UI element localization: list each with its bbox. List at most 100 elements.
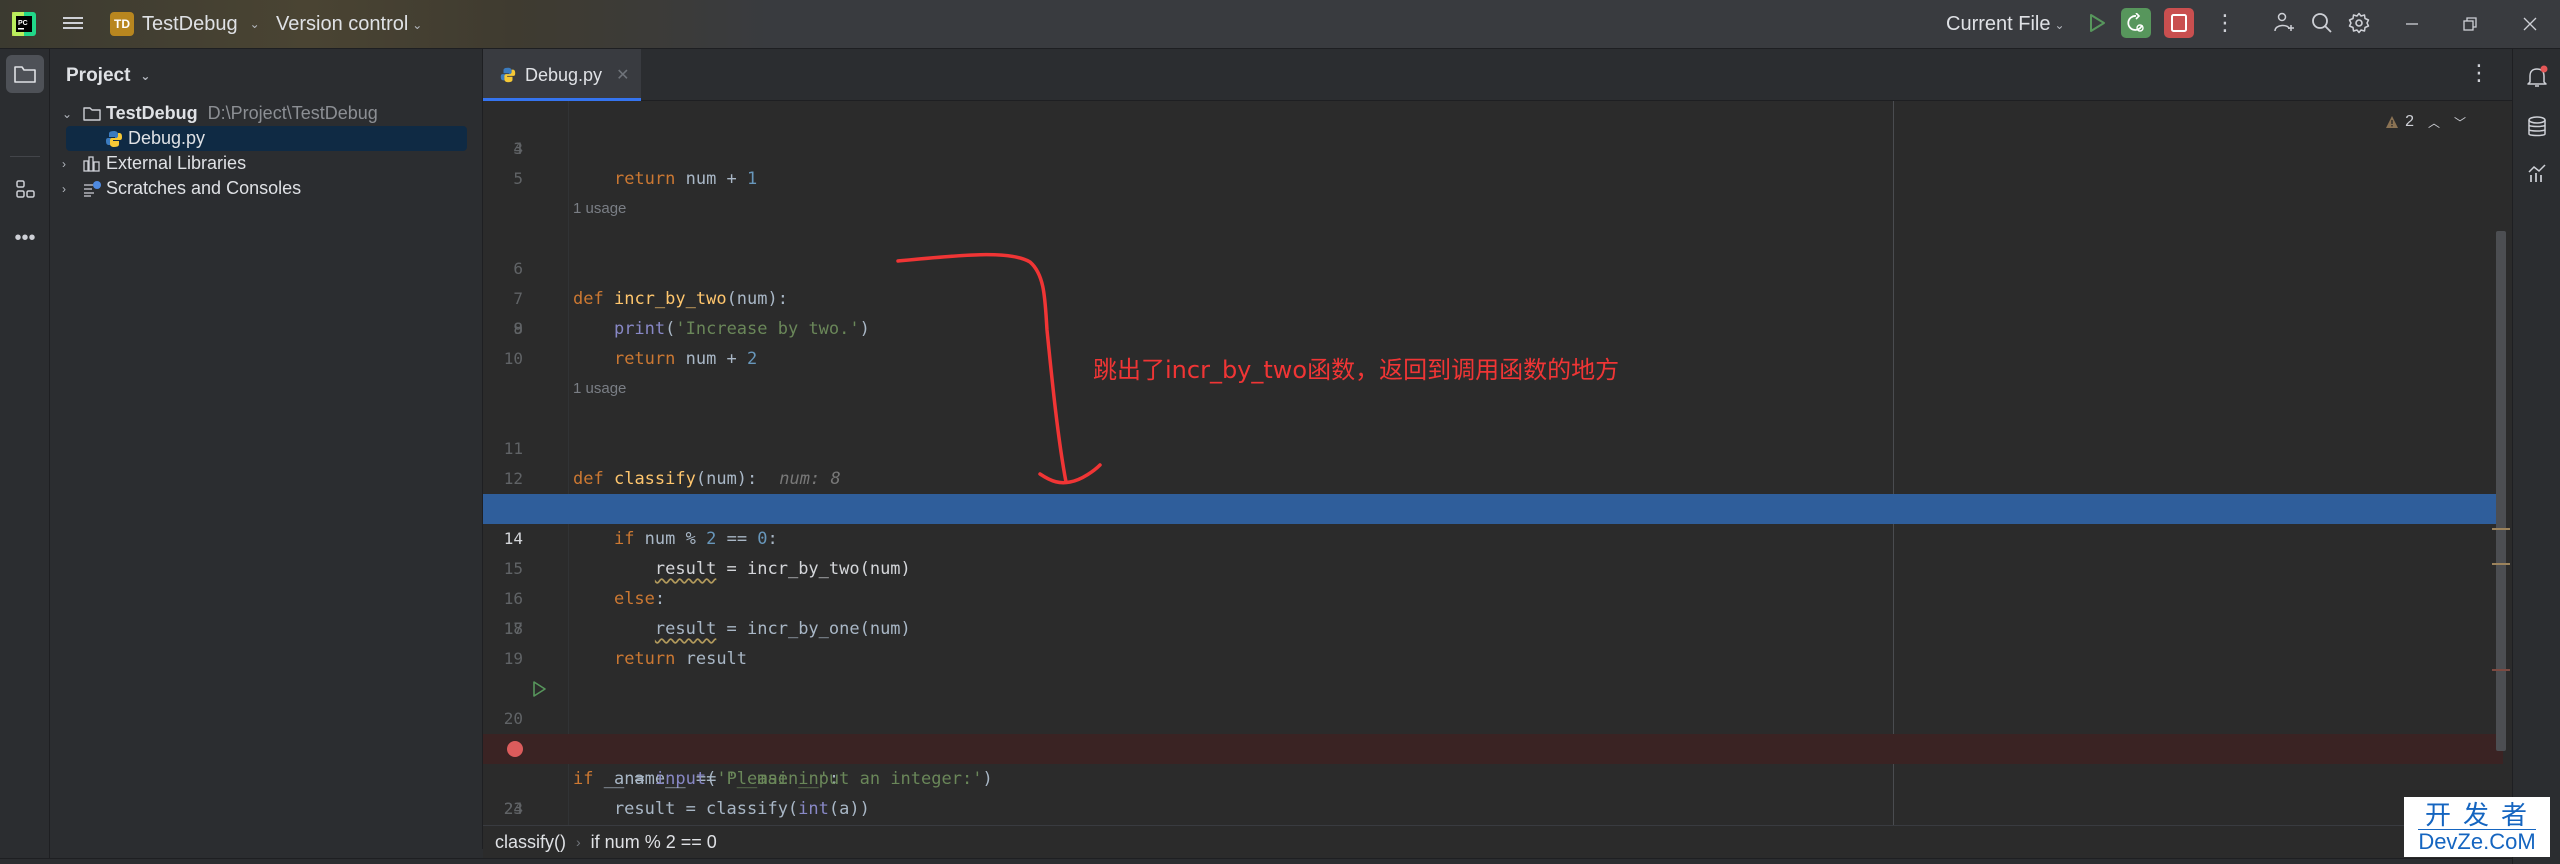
tree-label: TestDebug D:\Project\TestDebug xyxy=(106,103,378,124)
tree-label: Scratches and Consoles xyxy=(106,178,302,198)
line-number: 5 xyxy=(513,169,523,188)
code-line: 11 def classify(num): num: 8 xyxy=(483,404,2503,489)
selection-highlight xyxy=(66,126,467,151)
run-button[interactable] xyxy=(2082,8,2112,38)
python-file-icon xyxy=(106,130,122,147)
tree-item-scratches[interactable]: › Scratches and Consoles xyxy=(50,176,483,201)
watermark: 开发者 DevZe.CoM xyxy=(2404,797,2550,857)
restore-button[interactable] xyxy=(2456,10,2484,38)
add-user-button[interactable] xyxy=(2269,8,2299,38)
sciview-button[interactable] xyxy=(2523,159,2551,187)
project-switcher[interactable]: TD TestDebug ⌄ xyxy=(110,12,260,36)
left-tool-strip: ••• xyxy=(0,49,50,864)
folder-name: TestDebug xyxy=(106,103,198,123)
expand-arrow-icon[interactable]: ⌄ xyxy=(62,107,72,121)
code-line: 19 xyxy=(483,644,2503,674)
tree-item-debug-py[interactable]: Debug.py xyxy=(50,126,483,151)
code-line: 15 else: xyxy=(483,524,2503,609)
line-number: 18 xyxy=(503,619,523,638)
stop-icon xyxy=(2171,14,2187,32)
tree-label: External Libraries xyxy=(106,153,247,173)
more-tools-button[interactable]: ••• xyxy=(6,219,44,257)
usage-hint[interactable]: 1 usage xyxy=(573,374,626,404)
svg-text:PC: PC xyxy=(18,20,28,27)
structure-icon xyxy=(16,180,35,198)
status-bar xyxy=(0,858,2560,864)
close-icon xyxy=(2523,17,2537,31)
minimize-button[interactable] xyxy=(2398,10,2426,38)
run-config-dropdown[interactable]: Current File ⌄ xyxy=(1946,13,2065,36)
chevron-down-icon: ⌄ xyxy=(140,69,151,83)
folder-icon xyxy=(14,66,36,83)
code-line: 18 xyxy=(483,614,2503,644)
close-tab-icon[interactable]: ✕ xyxy=(616,65,629,85)
tab-debug-py[interactable]: Debug.py ✕ xyxy=(483,49,641,101)
settings-button[interactable] xyxy=(2344,8,2374,38)
inspection-widget[interactable]: 2 ︿ ﹀ xyxy=(2385,113,2466,131)
folder-path: D:\Project\TestDebug xyxy=(207,103,378,123)
close-window-button[interactable] xyxy=(2516,10,2544,38)
expand-arrow-icon[interactable]: › xyxy=(62,182,66,196)
run-gutter-icon[interactable] xyxy=(531,681,547,697)
stop-button[interactable] xyxy=(2164,8,2194,38)
folder-icon xyxy=(83,106,101,121)
main-menu-button[interactable] xyxy=(63,14,83,34)
chevron-down-icon: ⌄ xyxy=(249,17,260,31)
watermark-bottom: DevZe.CoM xyxy=(2418,828,2536,854)
line-number: 4 xyxy=(513,139,523,158)
chart-icon xyxy=(2528,164,2546,182)
code-line: 20 if __name__ == '__main__': xyxy=(483,674,2503,789)
kebab-menu-icon: ⋮ xyxy=(2214,10,2236,35)
divider xyxy=(10,156,40,157)
pycharm-logo-icon: PC xyxy=(12,12,36,36)
annotation-text: 跳出了incr_by_two函数，返回到调用函数的地方 xyxy=(1093,356,1620,384)
code-line: 13 if num % 2 == 0: xyxy=(483,464,2503,549)
minimize-icon xyxy=(2406,23,2418,25)
code-editor[interactable]: 3 return num + 1 4 5 1 usage 6 def incr_… xyxy=(483,101,2512,856)
notifications-button[interactable] xyxy=(2523,63,2551,91)
code-line: 5 xyxy=(483,164,2503,194)
play-icon xyxy=(2090,14,2105,32)
tree-item-external-libraries[interactable]: › External Libraries xyxy=(50,151,483,176)
next-highlight-icon[interactable]: ﹀ xyxy=(2454,114,2466,131)
more-horizontal-icon: ••• xyxy=(14,226,36,249)
code-line: 7 print('Increase by two.') xyxy=(483,254,2503,339)
warning-marker[interactable] xyxy=(2492,563,2510,565)
code-line: 6 def incr_by_two(num): xyxy=(483,224,2503,309)
right-tool-strip xyxy=(2512,49,2560,864)
breakpoint-line: result = classify(int(a)) xyxy=(483,734,2503,819)
scratches-icon xyxy=(84,180,101,197)
restore-icon xyxy=(2463,17,2477,31)
breadcrumb-item[interactable]: if num % 2 == 0 xyxy=(591,832,717,853)
watermark-top: 开发者 xyxy=(2424,799,2539,830)
tab-options-icon[interactable]: ⋮ xyxy=(2468,62,2490,84)
structure-tool-button[interactable] xyxy=(6,171,44,209)
warning-marker[interactable] xyxy=(2492,528,2510,530)
breadcrumb-item[interactable]: classify() xyxy=(495,832,566,853)
project-panel-title: Project xyxy=(66,65,131,86)
chevron-down-icon: ⌄ xyxy=(412,17,423,32)
breakpoint-marker[interactable] xyxy=(2492,669,2510,671)
database-button[interactable] xyxy=(2523,113,2551,141)
more-actions-button[interactable]: ⋮ xyxy=(2210,8,2240,38)
tree-item-testdebug[interactable]: ⌄ TestDebug D:\Project\TestDebug xyxy=(50,101,483,126)
bell-icon xyxy=(2527,65,2548,87)
search-button[interactable] xyxy=(2307,8,2337,38)
rerun-debug-button[interactable] xyxy=(2121,8,2151,38)
code-line: 12 print('if num is odd, increase by one… xyxy=(483,434,2503,519)
code-line: 23 print(result) xyxy=(483,764,2503,849)
project-panel-header[interactable]: Project ⌄ xyxy=(66,65,150,87)
vertical-scrollbar[interactable] xyxy=(2496,231,2506,751)
usage-hint[interactable]: 1 usage xyxy=(573,194,626,224)
breadcrumb-separator-icon: › xyxy=(576,834,581,850)
breadcrumb: classify() › if num % 2 == 0 xyxy=(483,825,2512,858)
previous-highlight-icon[interactable]: ︿ xyxy=(2428,114,2440,131)
title-bar: PC TD TestDebug ⌄ Version control ⌄ Curr… xyxy=(0,0,2560,49)
database-icon xyxy=(2528,116,2546,137)
code-line: 8 return num + 2 xyxy=(483,284,2503,369)
project-tool-button[interactable] xyxy=(6,55,44,93)
breakpoint-icon[interactable] xyxy=(507,741,523,757)
version-control-dropdown[interactable]: Version control ⌄ xyxy=(276,13,422,36)
expand-arrow-icon[interactable]: › xyxy=(62,157,66,171)
project-name: TestDebug xyxy=(142,12,238,35)
